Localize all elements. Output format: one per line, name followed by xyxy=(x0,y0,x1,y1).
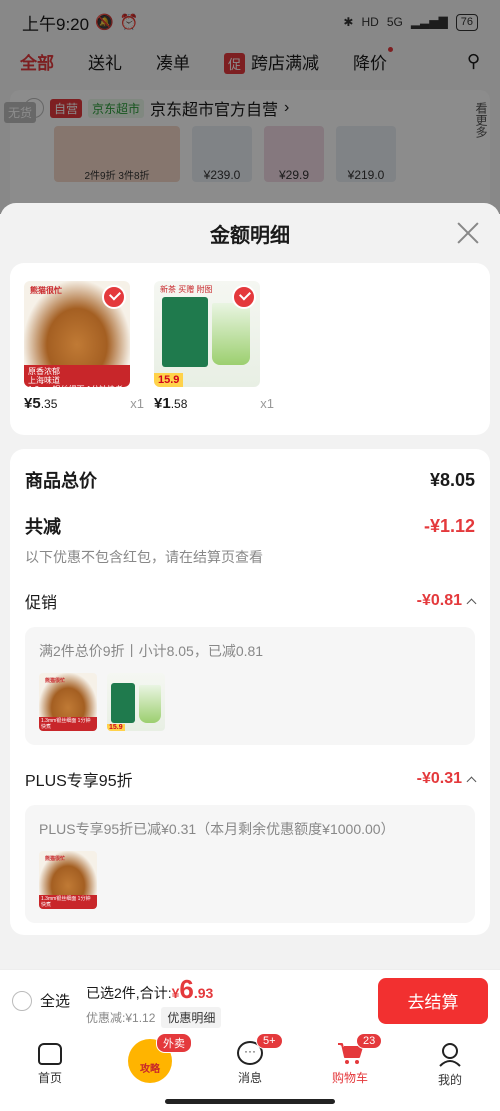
promo-row[interactable]: 促销 -¥0.81 xyxy=(25,589,477,613)
nav-label: 我的 xyxy=(437,1073,462,1087)
amount-detail-card: 商品总价 ¥8.05 共减 -¥1.12 以下优惠不包含红包，请在结算页查看 促… xyxy=(10,449,490,935)
total-int: 6 xyxy=(179,973,194,1004)
tea-can-shape xyxy=(162,297,208,367)
total-dec: .93 xyxy=(193,984,214,1001)
checkmark-icon xyxy=(102,285,126,309)
select-all-label: 全选 xyxy=(40,993,71,1010)
tea-product-image[interactable]: 新茶 买赠 附图 15.9 xyxy=(154,281,260,387)
total-yen: ¥ xyxy=(171,984,180,1001)
product-tags: 新茶 买赠 附图 xyxy=(160,285,213,294)
select-all-radio[interactable] xyxy=(12,990,32,1011)
checkout-bar: 全选 已选2件,合计: ¥ 6 .93 优惠减:¥1.12 优惠明细 去结算 xyxy=(0,969,500,1031)
home-indicator xyxy=(165,1099,335,1104)
modal-overlay[interactable] xyxy=(0,0,500,214)
tea-glass-shape xyxy=(212,303,250,365)
plus-row[interactable]: PLUS专享95折 -¥0.31 xyxy=(25,767,477,791)
product-strip-line: 上海味道 xyxy=(28,376,60,385)
plus-label: PLUS专享95折 xyxy=(25,773,133,790)
noodle-thumb[interactable]: 熊猫很忙 1.3mm银丝细面 1分钟快煮 xyxy=(39,851,97,909)
noodle-product-image[interactable]: 熊猫很忙 原香浓郁 上海味道 1.3mm银丝细面 1分钟快煮 xyxy=(24,281,130,387)
goods-card: 熊猫很忙 原香浓郁 上海味道 1.3mm银丝细面 1分钟快煮 ¥5.35 x1 … xyxy=(10,263,490,435)
product-strip-line: 1.3mm银丝细面 1分钟快煮 xyxy=(41,718,91,730)
product-brand: 熊猫很忙 xyxy=(30,286,62,295)
summary-line: 已选2件,合计: ¥ 6 .93 xyxy=(86,974,221,1005)
product-strip-line: 1.3mm银丝细面 1分钟快煮 xyxy=(41,896,91,908)
sheet-header: 金额明细 xyxy=(0,203,500,263)
sheet-title: 金额明细 xyxy=(210,224,290,247)
total-label: 商品总价 xyxy=(25,471,97,491)
plus-value-wrap[interactable]: -¥0.31 xyxy=(416,770,477,788)
nav-home[interactable]: 首页 xyxy=(0,1031,100,1111)
discount-row: 共减 -¥1.12 xyxy=(25,513,475,539)
promo-value: -¥0.81 xyxy=(416,592,462,609)
checkmark-icon xyxy=(232,285,256,309)
product-brand: 熊猫很忙 xyxy=(45,856,66,862)
goods-item[interactable]: 熊猫很忙 原香浓郁 上海味道 1.3mm银丝细面 1分钟快煮 ¥5.35 x1 xyxy=(24,281,144,417)
total-row: 商品总价 ¥8.05 xyxy=(25,467,475,493)
plus-value: -¥0.31 xyxy=(416,770,462,787)
plus-detail-text: PLUS专享95折已减¥0.31（本月剩余优惠额度¥1000.00） xyxy=(39,821,395,837)
chevron-up-icon xyxy=(466,776,477,787)
nav-label: 购物车 xyxy=(331,1071,368,1085)
plus-detail-box: PLUS专享95折已减¥0.31（本月剩余优惠额度¥1000.00） 熊猫很忙 … xyxy=(25,805,475,923)
promo-thumbs: 熊猫很忙 1.3mm银丝细面 1分钟快煮 15.9 xyxy=(39,673,461,731)
promo-label: 促销 xyxy=(25,595,58,612)
goods-price: ¥5.35 xyxy=(24,395,57,412)
goods-qty: x1 xyxy=(260,396,274,411)
checkout-button[interactable]: 去结算 xyxy=(378,977,488,1024)
goods-price-dec: .58 xyxy=(170,397,188,411)
nav-profile[interactable]: 我的 xyxy=(400,1031,500,1111)
product-strip: 1.3mm银丝细面 1分钟快煮 xyxy=(39,895,97,909)
discount-summary: 优惠减:¥1.12 xyxy=(86,1010,156,1025)
select-all[interactable]: 全选 xyxy=(12,990,70,1011)
nav-label: 消息 xyxy=(237,1071,262,1085)
waimai-label: 攻略 xyxy=(140,1064,160,1075)
goods-price: ¥1.58 xyxy=(154,395,187,412)
product-strip-line: 1.3mm银丝细面 1分钟快煮 xyxy=(28,385,126,387)
amount-detail-sheet: 金额明细 熊猫很忙 原香浓郁 上海味道 1.3mm银丝细面 1分钟快煮 ¥5.3… xyxy=(0,203,500,969)
discount-label: 共减 xyxy=(25,517,61,537)
goods-price-int: ¥5 xyxy=(24,395,41,412)
product-strip-line: 原香浓郁 xyxy=(28,367,60,376)
promo-detail-text: 满2件总价9折丨小计8.05，已减0.81 xyxy=(39,643,264,659)
goods-price-dec: .35 xyxy=(40,397,58,411)
total-price: ¥ 6 .93 xyxy=(172,974,214,1005)
order-summary: 已选2件,合计: ¥ 6 .93 优惠减:¥1.12 优惠明细 xyxy=(86,974,222,1028)
goods-price-int: ¥1 xyxy=(154,395,171,412)
nav-badge: 5+ xyxy=(256,1033,283,1049)
noodle-thumb[interactable]: 熊猫很忙 1.3mm银丝细面 1分钟快煮 xyxy=(39,673,97,731)
product-strip: 原香浓郁 上海味道 1.3mm银丝细面 1分钟快煮 xyxy=(24,365,130,387)
discount-value: -¥1.12 xyxy=(423,515,475,536)
discount-note: 以下优惠不包含红包，请在结算页查看 xyxy=(25,549,263,565)
nav-label: 首页 xyxy=(37,1071,62,1085)
product-price-tag: 15.9 xyxy=(154,373,184,387)
plus-thumbs: 熊猫很忙 1.3mm银丝细面 1分钟快煮 xyxy=(39,851,461,909)
profile-icon xyxy=(439,1043,461,1067)
goods-meta: ¥1.58 x1 xyxy=(154,395,274,412)
nav-badge: 外卖 xyxy=(156,1033,192,1053)
home-icon xyxy=(38,1043,62,1065)
product-brand: 熊猫很忙 xyxy=(45,678,66,684)
promo-detail-box: 满2件总价9折丨小计8.05，已减0.81 熊猫很忙 1.3mm银丝细面 1分钟… xyxy=(25,627,475,745)
discount-detail-link[interactable]: 优惠明细 xyxy=(161,1006,222,1028)
goods-qty: x1 xyxy=(130,396,144,411)
nav-badge: 23 xyxy=(356,1033,383,1049)
selected-count-text: 已选2件,合计: xyxy=(86,984,172,1001)
goods-meta: ¥5.35 x1 xyxy=(24,395,144,412)
goods-item[interactable]: 新茶 买赠 附图 15.9 ¥1.58 x1 xyxy=(154,281,274,417)
product-price-tag: 15.9 xyxy=(107,724,125,731)
product-strip: 1.3mm银丝细面 1分钟快煮 xyxy=(39,717,97,731)
tea-can-shape xyxy=(111,683,135,723)
close-icon[interactable] xyxy=(456,221,480,245)
tea-glass-shape xyxy=(139,685,161,723)
total-value: ¥8.05 xyxy=(429,469,475,490)
chevron-up-icon xyxy=(466,598,477,609)
summary-discount-line: 优惠减:¥1.12 优惠明细 xyxy=(86,1006,222,1028)
promo-value-wrap[interactable]: -¥0.81 xyxy=(416,592,477,610)
tea-thumb[interactable]: 15.9 xyxy=(107,673,165,731)
